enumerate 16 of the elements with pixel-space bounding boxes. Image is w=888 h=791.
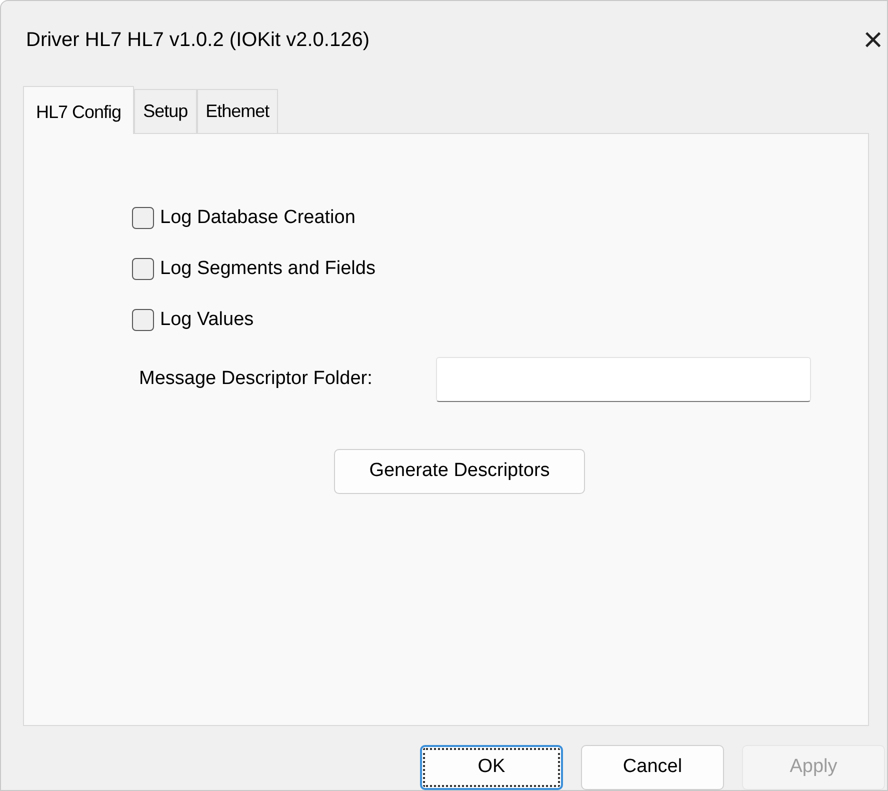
- checkbox[interactable]: [132, 258, 154, 280]
- window-title: Driver HL7 HL7 v1.0.2 (IOKit v2.0.126): [26, 28, 370, 53]
- close-button[interactable]: ×: [863, 22, 887, 57]
- checkbox-label[interactable]: Log Values: [160, 306, 254, 334]
- dialog-button[interactable]: Cancel: [581, 745, 724, 790]
- generate-descriptors-button[interactable]: Generate Descriptors: [334, 448, 585, 494]
- tab[interactable]: HL7 Config: [23, 86, 134, 134]
- checkbox[interactable]: [132, 308, 154, 331]
- dialog-button[interactable]: OK: [420, 745, 563, 790]
- field-label: Message Descriptor Folder:: [139, 367, 374, 392]
- folder-input-field[interactable]: [436, 356, 811, 402]
- tab[interactable]: Ethemet: [196, 88, 278, 133]
- checkbox[interactable]: [132, 206, 154, 229]
- tab[interactable]: Setup: [134, 88, 197, 133]
- checkbox-label[interactable]: Log Database Creation: [160, 204, 356, 232]
- checkbox-label[interactable]: Log Segments and Fields: [160, 254, 376, 284]
